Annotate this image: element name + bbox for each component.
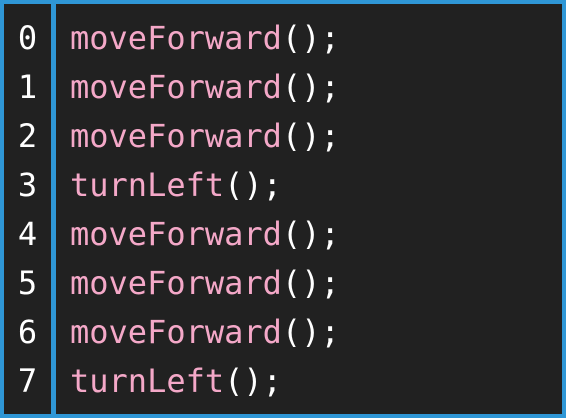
line-number: 1	[17, 68, 38, 106]
code-line[interactable]: moveForward();	[70, 112, 340, 161]
call-parens: ();	[224, 166, 282, 204]
line-number: 0	[17, 19, 38, 57]
line-number-gutter: 0 1 2 3 4 5 6 7	[4, 4, 51, 414]
call-parens: ();	[281, 264, 340, 302]
code-line[interactable]: moveForward();	[70, 259, 340, 308]
code-line[interactable]: moveForward();	[70, 63, 340, 112]
code-editor: 0 1 2 3 4 5 6 7 moveForward(); moveForwa…	[4, 4, 562, 414]
code-line[interactable]: moveForward();	[70, 14, 340, 63]
line-number: 2	[17, 117, 38, 155]
code-line[interactable]: moveForward();	[70, 308, 340, 357]
call-parens: ();	[281, 117, 340, 155]
function-name: moveForward	[70, 313, 282, 351]
function-name: moveForward	[70, 264, 282, 302]
function-name: moveForward	[70, 68, 282, 106]
line-number: 6	[17, 313, 38, 351]
code-line[interactable]: turnLeft();	[70, 161, 282, 210]
function-name: turnLeft	[70, 166, 225, 204]
function-name: moveForward	[70, 215, 282, 253]
function-name: turnLeft	[70, 362, 225, 400]
call-parens: ();	[281, 215, 340, 253]
function-name: moveForward	[70, 117, 282, 155]
code-line[interactable]: moveForward();	[70, 210, 340, 259]
line-number: 3	[17, 166, 38, 204]
call-parens: ();	[224, 362, 282, 400]
code-area[interactable]: moveForward(); moveForward(); moveForwar…	[70, 4, 562, 414]
call-parens: ();	[281, 19, 340, 57]
call-parens: ();	[281, 68, 340, 106]
gutter-divider	[51, 4, 56, 414]
line-number: 5	[17, 264, 38, 302]
line-number: 4	[17, 215, 38, 253]
line-number: 7	[17, 362, 38, 400]
call-parens: ();	[281, 313, 340, 351]
code-line[interactable]: turnLeft();	[70, 357, 282, 406]
function-name: moveForward	[70, 19, 282, 57]
